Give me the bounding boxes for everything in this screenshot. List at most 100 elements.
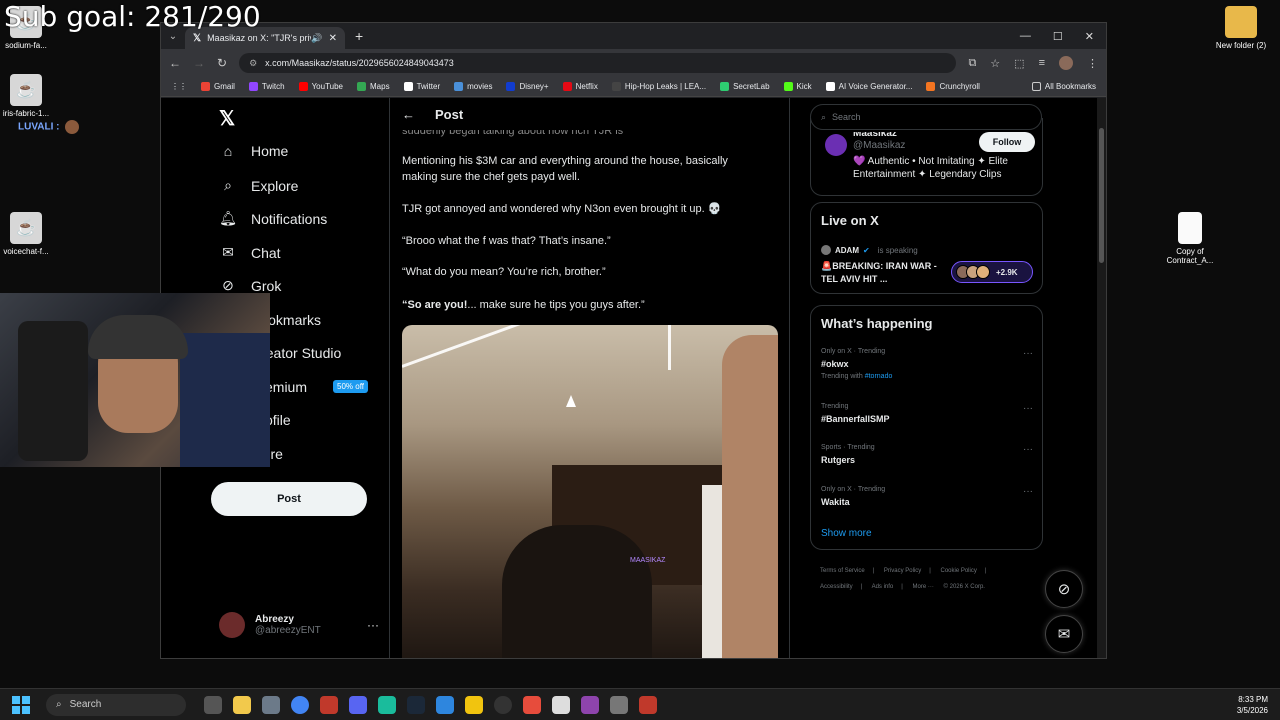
more-icon[interactable]: ··· bbox=[1023, 403, 1033, 414]
space-listeners[interactable]: +2.9K bbox=[951, 261, 1033, 283]
trend-item[interactable]: Trending #BannerfallSMP ··· bbox=[821, 403, 1033, 424]
install-app-icon[interactable]: ⧉ bbox=[968, 57, 976, 70]
app-icon[interactable] bbox=[378, 695, 396, 714]
more-icon[interactable]: ··· bbox=[1023, 486, 1033, 497]
space-title[interactable]: 🚨BREAKING: IRAN WAR - TEL AVIV HIT ... bbox=[821, 260, 941, 286]
bell-icon: 🔔︎ bbox=[219, 210, 237, 226]
footer-link[interactable]: Terms of Service bbox=[820, 568, 865, 574]
bookmark-gmail[interactable]: Gmail bbox=[201, 82, 235, 91]
extensions-icon[interactable]: ⬚ bbox=[1014, 57, 1024, 70]
maximize-button[interactable]: ☐ bbox=[1053, 30, 1063, 43]
bookmark-twitch[interactable]: Twitch bbox=[248, 82, 285, 91]
bookmark-disney[interactable]: Disney+ bbox=[506, 82, 549, 91]
bookmark-youtube[interactable]: YouTube bbox=[298, 82, 343, 91]
bookmark-hiphop-leaks[interactable]: Hip-Hop Leaks | LEA... bbox=[611, 82, 706, 91]
post-paragraph: TJR got annoyed and wondered why N3on ev… bbox=[402, 203, 722, 215]
grok-button[interactable]: ⊘ bbox=[1045, 570, 1083, 608]
taskbar-search[interactable]: ⌕ Search bbox=[46, 693, 186, 716]
all-bookmarks[interactable]: All Bookmarks bbox=[1031, 82, 1096, 91]
app-icon[interactable] bbox=[436, 695, 454, 714]
footer-link[interactable]: Ads info bbox=[872, 584, 894, 590]
trend-item[interactable]: Sports · Trending Rutgers ··· bbox=[821, 444, 1033, 465]
desktop-icon-iris[interactable]: ☕ iris-fabric-1... bbox=[0, 74, 56, 118]
address-bar[interactable]: ⚙ x.com/Maasikaz/status/2029656024849043… bbox=[239, 53, 957, 73]
footer-links: Terms of Service | Privacy Policy | Cookie… bbox=[820, 568, 987, 590]
avatar[interactable] bbox=[825, 134, 847, 156]
nav-home[interactable]: ⌂ Home bbox=[219, 143, 289, 159]
x-logo-icon[interactable]: 𝕏 bbox=[219, 106, 235, 131]
minimize-button[interactable]: — bbox=[1020, 30, 1031, 43]
app-icon[interactable] bbox=[320, 695, 338, 714]
webcam-overlay bbox=[0, 293, 270, 467]
app-icon[interactable] bbox=[639, 695, 657, 714]
trend-item[interactable]: Only on X · Trending #okwx Trending with… bbox=[821, 348, 1033, 380]
page-scrollbar[interactable] bbox=[1097, 98, 1106, 658]
nav-explore[interactable]: ⌕ Explore bbox=[219, 177, 298, 194]
search-input[interactable]: ⌕ Search bbox=[810, 104, 1042, 130]
app-icon[interactable] bbox=[552, 695, 570, 714]
desktop-icon-voicechat[interactable]: ☕ voicechat-f... bbox=[0, 212, 56, 256]
media-controls-icon[interactable]: ≡ bbox=[1039, 57, 1045, 69]
account-name: Abreezy bbox=[255, 614, 294, 625]
bookmark-twitter[interactable]: Twitter bbox=[403, 82, 440, 91]
nav-grok[interactable]: ⊘ Grok bbox=[219, 277, 281, 294]
footer-link[interactable]: Cookie Policy bbox=[941, 568, 977, 574]
bookmark-crunchyroll[interactable]: Crunchyroll bbox=[926, 82, 980, 91]
url-text: x.com/Maasikaz/status/202965602484904347… bbox=[265, 58, 454, 68]
post-video[interactable]: MAASIKAZ bbox=[402, 325, 778, 658]
close-window-button[interactable]: ✕ bbox=[1085, 30, 1094, 43]
steam-icon[interactable] bbox=[407, 695, 425, 714]
account-switcher[interactable]: Abreezy @abreezyENT ··· bbox=[219, 612, 379, 638]
system-clock[interactable]: 8:33 PM 3/5/2026 bbox=[1237, 694, 1268, 716]
profile-handle[interactable]: @Maasikaz bbox=[853, 140, 905, 151]
bookmark-movies[interactable]: movies bbox=[454, 82, 492, 91]
back-arrow-icon[interactable]: ← bbox=[402, 107, 415, 122]
trend-item[interactable]: Only on X · Trending Wakita ··· bbox=[821, 486, 1033, 507]
post-button[interactable]: Post bbox=[211, 482, 367, 516]
java-file-icon: ☕ bbox=[10, 212, 42, 244]
file-explorer-icon[interactable] bbox=[233, 695, 251, 714]
back-button[interactable]: ← bbox=[169, 56, 181, 70]
forward-button[interactable]: → bbox=[193, 56, 205, 70]
discord-icon[interactable] bbox=[349, 695, 367, 714]
app-icon[interactable] bbox=[523, 695, 541, 714]
more-icon[interactable]: ··· bbox=[1023, 348, 1033, 359]
desktop-icon-contract[interactable]: Copy of Contract_A... bbox=[1160, 212, 1220, 265]
show-more-link[interactable]: Show more bbox=[821, 528, 872, 539]
kebab-menu-icon[interactable]: ⋮ bbox=[1087, 57, 1098, 70]
site-info-icon[interactable]: ⚙ bbox=[249, 58, 257, 69]
speaker-icon[interactable]: 🔊 bbox=[311, 33, 322, 44]
space-host[interactable]: ADAM ✔ is speaking bbox=[821, 245, 918, 255]
bookmark-secretlab[interactable]: SecretLab bbox=[720, 82, 770, 91]
chat-user-label: LUVALI : bbox=[18, 120, 80, 134]
settings-icon[interactable] bbox=[262, 695, 280, 714]
close-tab-icon[interactable]: ✕ bbox=[329, 33, 337, 44]
nav-notifications[interactable]: 🔔︎ Notifications bbox=[219, 210, 327, 227]
reload-button[interactable]: ↻ bbox=[217, 56, 227, 70]
more-icon[interactable]: ··· bbox=[1023, 444, 1033, 455]
star-icon[interactable]: ☆ bbox=[990, 57, 1000, 70]
footer-link[interactable]: Accessibility bbox=[820, 584, 853, 590]
more-icon[interactable]: ··· bbox=[367, 618, 379, 632]
profile-avatar[interactable] bbox=[1059, 56, 1073, 70]
messages-button[interactable]: ✉ bbox=[1045, 615, 1083, 653]
nav-chat[interactable]: ✉ Chat bbox=[219, 244, 280, 261]
app-icon[interactable] bbox=[610, 695, 628, 714]
bookmark-netflix[interactable]: Netflix bbox=[562, 82, 598, 91]
bookmark-kick[interactable]: Kick bbox=[783, 82, 812, 91]
windows-start-icon[interactable] bbox=[12, 695, 30, 714]
desktop-icon-new-folder[interactable]: New folder (2) bbox=[1211, 6, 1271, 50]
chrome-icon[interactable] bbox=[291, 695, 309, 714]
app-icon[interactable] bbox=[581, 695, 599, 714]
footer-link[interactable]: Privacy Policy bbox=[884, 568, 921, 574]
mail-icon: ✉ bbox=[1057, 626, 1071, 643]
notepad-icon[interactable] bbox=[465, 695, 483, 714]
bookmark-maps[interactable]: Maps bbox=[357, 82, 390, 91]
bookmark-ai-voice[interactable]: AI Voice Generator... bbox=[825, 82, 912, 91]
footer-link[interactable]: More ··· bbox=[913, 584, 934, 590]
app-icon[interactable] bbox=[494, 695, 512, 714]
apps-grid-icon[interactable]: ⋮⋮ bbox=[171, 82, 187, 91]
task-view-icon[interactable] bbox=[204, 695, 222, 714]
follow-button[interactable]: Follow bbox=[979, 132, 1035, 152]
new-tab-button[interactable]: + bbox=[355, 28, 363, 44]
